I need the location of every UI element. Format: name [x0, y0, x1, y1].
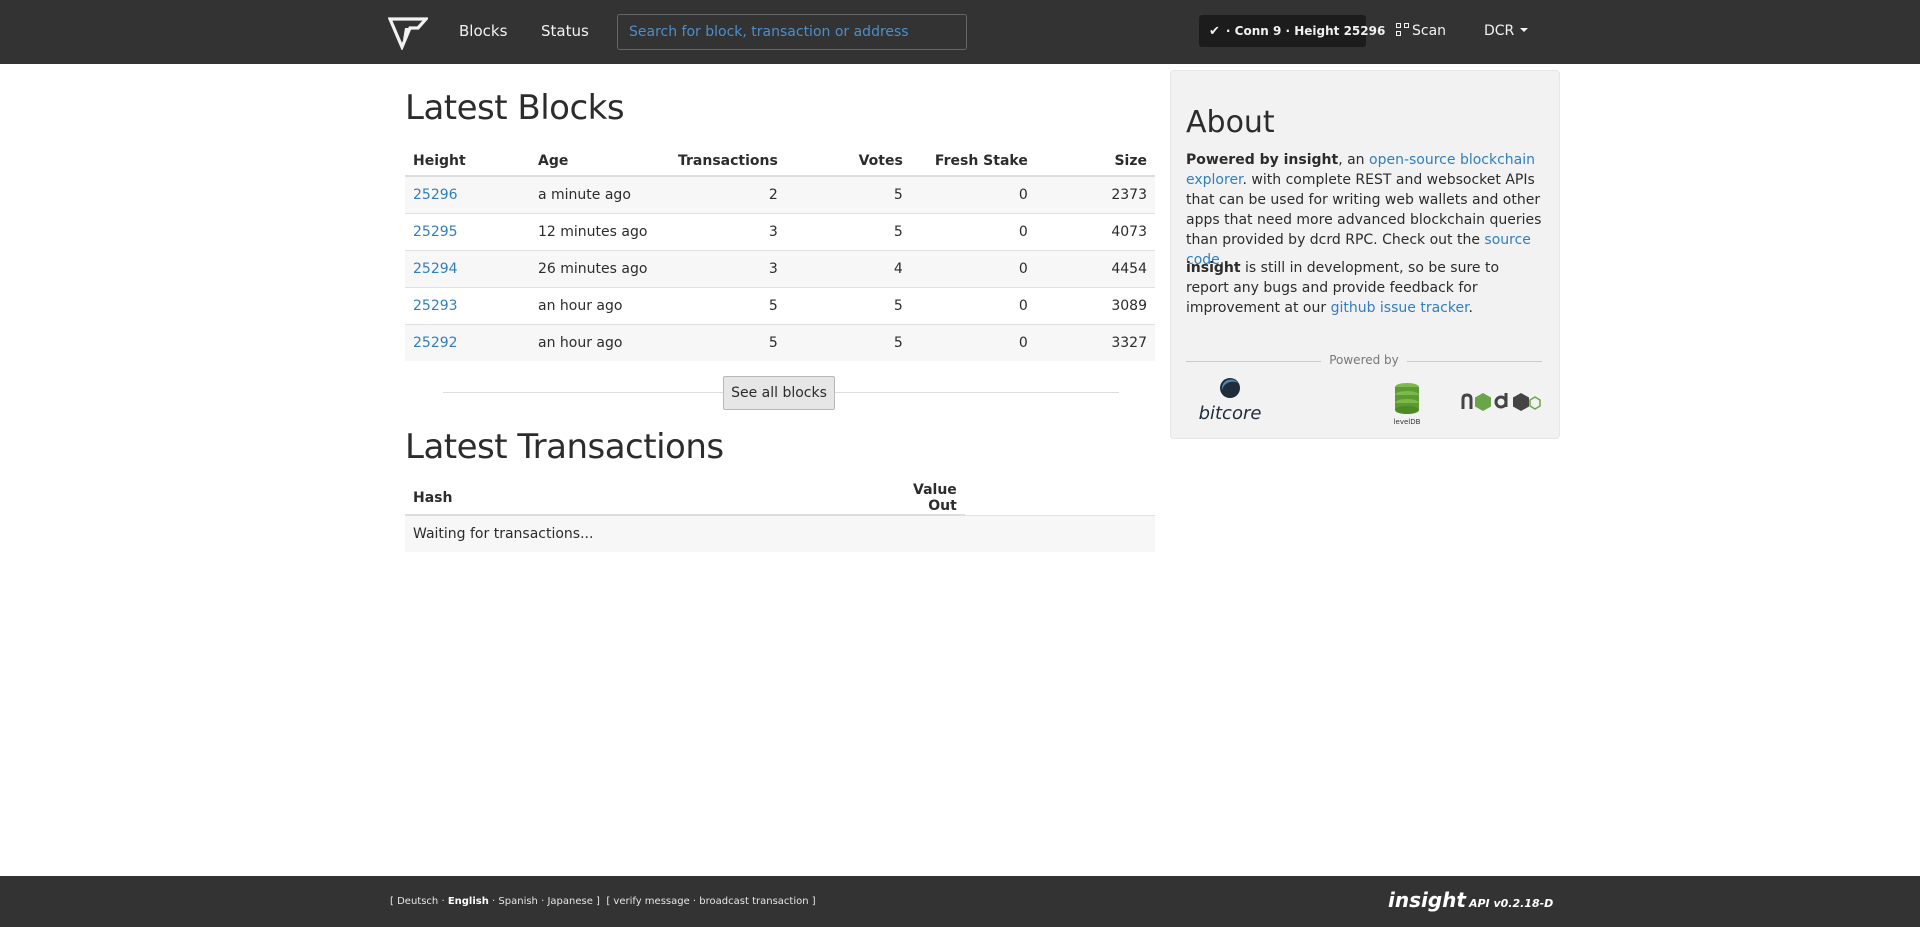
- table-row: Waiting for transactions...: [405, 514, 1155, 552]
- bracket-text: ]: [592, 896, 600, 907]
- table-row: 25295 12 minutes ago 3 5 0 4073: [405, 212, 1155, 250]
- table-row: 25293 an hour ago 5 5 0 3089: [405, 286, 1155, 324]
- scan-button[interactable]: Scan: [1396, 23, 1446, 39]
- about-panel: About Powered by insight, an open-source…: [1170, 70, 1560, 439]
- powered-by-insight-text: Powered by insight: [1186, 152, 1339, 168]
- table-row: 25292 an hour ago 5 5 0 3327: [405, 323, 1155, 361]
- block-fresh-stake: 0: [910, 249, 1036, 287]
- column-header-hash: Hash: [405, 482, 905, 516]
- block-size: 4454: [1035, 249, 1155, 287]
- block-size: 4073: [1035, 212, 1155, 250]
- block-fresh-stake: 0: [910, 212, 1036, 250]
- waiting-message: Waiting for transactions...: [405, 514, 1155, 552]
- table-row: 25296 a minute ago 2 5 0 2373: [405, 175, 1155, 213]
- block-transactions: 3: [670, 249, 786, 287]
- about-paragraph-2: insight is still in development, so be s…: [1186, 258, 1546, 318]
- bitcore-logo-icon[interactable]: bitcore: [1195, 377, 1265, 423]
- currency-label: DCR: [1484, 23, 1515, 39]
- column-header-votes: Votes: [785, 146, 911, 177]
- block-height-link[interactable]: 25293: [413, 298, 458, 314]
- block-transactions: 3: [670, 212, 786, 250]
- block-age: an hour ago: [530, 323, 670, 361]
- block-fresh-stake: 0: [910, 175, 1036, 213]
- bracket-text: ]: [808, 896, 816, 907]
- column-header-height: Height: [405, 146, 530, 177]
- navbar: Blocks Status ✔ · Conn 9 · Height 25296 S…: [0, 0, 1920, 64]
- check-icon: ✔: [1209, 24, 1220, 39]
- block-size: 3327: [1035, 323, 1155, 361]
- leveldb-logo-text: levelDB: [1394, 418, 1421, 426]
- nodejs-logo-icon[interactable]: [1461, 391, 1541, 413]
- table-header-row: Hash Value Out: [405, 482, 1155, 516]
- verify-message-link[interactable]: verify message: [613, 896, 689, 907]
- lang-spanish-link[interactable]: Spanish: [498, 896, 538, 907]
- api-version: API v0.2.18-D: [1468, 897, 1554, 910]
- broadcast-transaction-link[interactable]: broadcast transaction: [699, 896, 808, 907]
- column-header-age: Age: [530, 146, 670, 177]
- block-fresh-stake: 0: [910, 323, 1036, 361]
- footer-links: [ Deutsch · English · Spanish · Japanese…: [390, 896, 816, 907]
- lang-english-link[interactable]: English: [448, 896, 489, 907]
- table-header-row: Height Age Transactions Votes Fresh Stak…: [405, 146, 1155, 177]
- block-transactions: 5: [670, 323, 786, 361]
- block-age: a minute ago: [530, 175, 670, 213]
- empty-header: [965, 482, 1155, 515]
- connection-status-badge[interactable]: ✔ · Conn 9 · Height 25296: [1199, 15, 1385, 47]
- search-input[interactable]: [617, 14, 967, 50]
- block-size: 2373: [1035, 175, 1155, 213]
- about-text: .: [1468, 300, 1473, 316]
- scan-label: Scan: [1412, 23, 1447, 39]
- block-age: 26 minutes ago: [530, 249, 670, 287]
- qr-code-icon: [1396, 23, 1409, 36]
- block-age: an hour ago: [530, 286, 670, 324]
- block-votes: 5: [785, 175, 911, 213]
- caret-down-icon: [1520, 28, 1529, 32]
- currency-dropdown[interactable]: DCR: [1484, 23, 1529, 39]
- insight-brand: insight API v0.2.18-D: [1388, 888, 1553, 912]
- block-height-link[interactable]: 25295: [413, 224, 458, 240]
- block-votes: 4: [785, 249, 911, 287]
- block-age: 12 minutes ago: [530, 212, 670, 250]
- block-height-link[interactable]: 25296: [413, 187, 458, 203]
- block-height-link[interactable]: 25294: [413, 261, 458, 277]
- block-votes: 5: [785, 212, 911, 250]
- column-header-value-out: Value Out: [905, 482, 965, 516]
- connection-status-text: · Conn 9 · Height 25296: [1225, 24, 1386, 38]
- column-header-size: Size: [1035, 146, 1155, 177]
- block-height-link[interactable]: 25292: [413, 335, 458, 351]
- nav-status-link[interactable]: Status: [541, 22, 589, 40]
- lang-japanese-link[interactable]: Japanese: [547, 896, 592, 907]
- block-votes: 5: [785, 323, 911, 361]
- block-votes: 5: [785, 286, 911, 324]
- latest-transactions-table: Hash Value Out Waiting for transactions.…: [405, 482, 1155, 552]
- github-issue-tracker-link[interactable]: github issue tracker: [1331, 300, 1469, 316]
- see-all-blocks-button[interactable]: See all blocks: [723, 376, 835, 410]
- table-row: 25294 26 minutes ago 3 4 0 4454: [405, 249, 1155, 287]
- bitcore-logo-text: bitcore: [1199, 403, 1262, 423]
- column-header-transactions: Transactions: [670, 146, 786, 177]
- insight-text: insight: [1186, 260, 1241, 276]
- block-size: 3089: [1035, 286, 1155, 324]
- lang-deutsch-link[interactable]: Deutsch: [397, 896, 438, 907]
- column-header-fresh-stake: Fresh Stake: [910, 146, 1036, 177]
- about-text: , an: [1338, 152, 1370, 168]
- footer: [ Deutsch · English · Spanish · Japanese…: [0, 876, 1920, 927]
- leveldb-logo-icon[interactable]: levelDB: [1389, 381, 1425, 427]
- block-transactions: 5: [670, 286, 786, 324]
- powered-by-label: Powered by: [1186, 353, 1542, 367]
- block-fresh-stake: 0: [910, 286, 1036, 324]
- latest-blocks-title: Latest Blocks: [405, 88, 625, 128]
- insight-brand-text: insight: [1388, 888, 1466, 912]
- navbar-inner: Blocks Status ✔ · Conn 9 · Height 25296 S…: [388, 0, 1534, 64]
- block-transactions: 2: [670, 175, 786, 213]
- about-title: About: [1186, 105, 1275, 140]
- about-paragraph-1: Powered by insight, an open-source block…: [1186, 150, 1546, 270]
- nav-blocks-link[interactable]: Blocks: [459, 22, 507, 40]
- latest-transactions-title: Latest Transactions: [405, 427, 724, 467]
- latest-blocks-table: Height Age Transactions Votes Fresh Stak…: [405, 146, 1155, 361]
- decred-logo-icon[interactable]: [388, 16, 428, 50]
